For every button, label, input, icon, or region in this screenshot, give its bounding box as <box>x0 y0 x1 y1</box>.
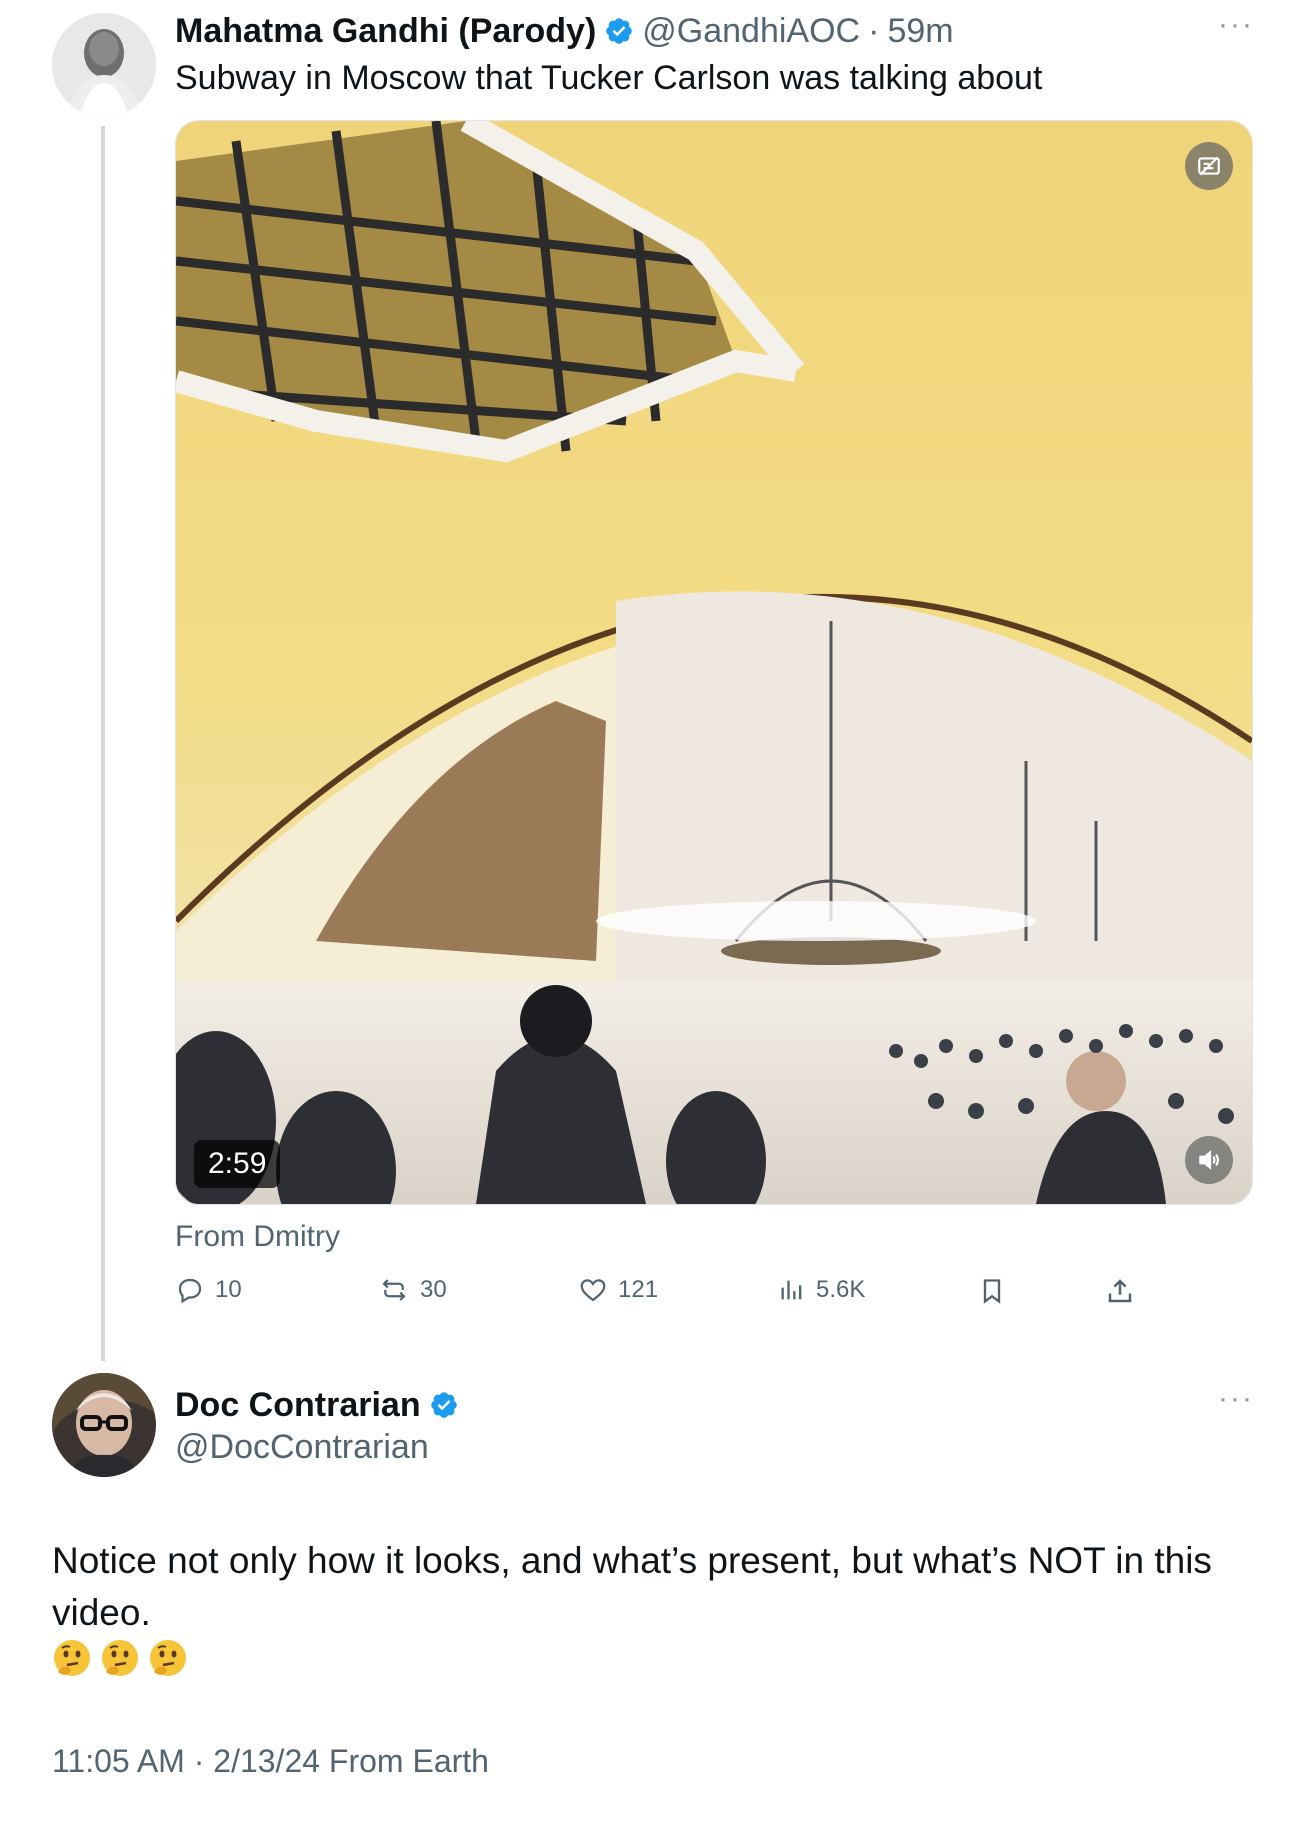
dot-separator: · <box>868 11 880 50</box>
verified-badge-icon <box>430 1392 457 1418</box>
repost-button[interactable]: 30 <box>378 1275 447 1305</box>
video-duration: 2:59 <box>194 1140 281 1188</box>
bookmark-icon <box>983 1279 1001 1304</box>
repost-count: 30 <box>420 1276 447 1303</box>
volume-icon <box>1199 1150 1220 1170</box>
author-name[interactable]: Doc Contrarian <box>175 1386 421 1425</box>
views-chart-icon <box>781 1280 802 1300</box>
alt-text-icon <box>1198 156 1220 176</box>
doc-contrarian-avatar[interactable] <box>52 1373 156 1477</box>
video-source[interactable]: From Dmitry <box>175 1220 340 1254</box>
share-icon <box>1108 1279 1132 1303</box>
bookmark-button[interactable] <box>978 1275 1006 1307</box>
author-name[interactable]: Mahatma Gandhi (Parody) <box>175 12 596 51</box>
video-player[interactable] <box>175 120 1253 1205</box>
mute-toggle-button[interactable] <box>1185 1136 1233 1184</box>
views-button[interactable]: 5.6K <box>778 1275 865 1305</box>
like-count: 121 <box>618 1276 659 1303</box>
thinking-face-icon <box>54 1640 90 1676</box>
more-options-icon[interactable]: ··· <box>1218 1382 1254 1416</box>
author-handle[interactable]: @DocContrarian <box>175 1428 429 1467</box>
heart-icon <box>580 1279 606 1302</box>
tweet1-header: Mahatma Gandhi (Parody) @GandhiAOC · 59m <box>175 8 954 54</box>
repost-icon <box>382 1279 406 1301</box>
view-count: 5.6K <box>816 1276 866 1303</box>
reply-icon <box>178 1278 202 1304</box>
thinking-face-icon <box>102 1640 138 1676</box>
reply-button[interactable]: 10 <box>175 1275 242 1305</box>
author-handle[interactable]: @GandhiAOC <box>642 12 860 51</box>
verified-badge-icon <box>606 18 633 44</box>
post-time[interactable]: 59m <box>887 12 953 51</box>
like-button[interactable]: 121 <box>578 1275 658 1305</box>
tweet1-text: Subway in Moscow that Tucker Carlson was… <box>175 59 1043 97</box>
more-options-icon[interactable]: ··· <box>1218 8 1254 42</box>
gandhi-avatar[interactable] <box>52 13 156 117</box>
alt-text-button[interactable] <box>1185 142 1233 190</box>
video-frame <box>176 121 1252 1204</box>
emoji-row <box>52 1638 188 1678</box>
thinking-face-icon <box>150 1640 186 1676</box>
reply-count: 10 <box>215 1276 242 1303</box>
post-timestamp[interactable]: 11:05 AM · 2/13/24 From Earth <box>52 1743 489 1780</box>
thread-connector-line <box>101 126 105 1361</box>
share-button[interactable] <box>1105 1275 1135 1307</box>
tweet2-text: Notice not only how it looks, and what’s… <box>52 1540 1212 1633</box>
tweet2-header: Doc Contrarian <box>175 1382 459 1428</box>
